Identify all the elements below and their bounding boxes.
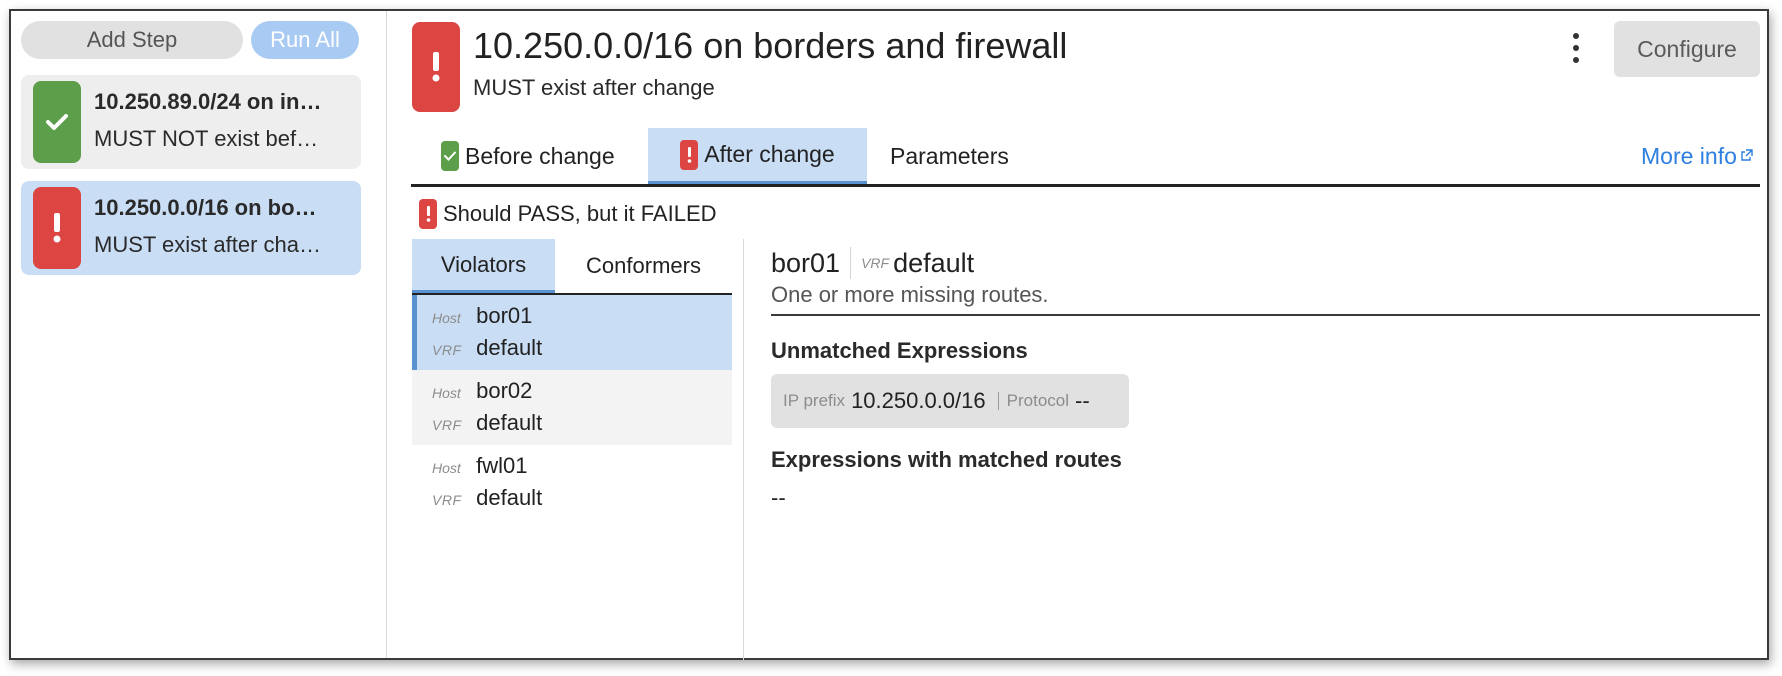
vrf-name: default bbox=[476, 410, 543, 435]
vrf-name: default bbox=[476, 485, 543, 510]
step-item[interactable]: 10.250.89.0/24 on in… MUST NOT exist bef… bbox=[21, 75, 361, 169]
more-options-icon[interactable] bbox=[1571, 33, 1581, 63]
host-label: Host bbox=[432, 385, 461, 401]
link-label: More info bbox=[1641, 142, 1737, 169]
step-title: 10.250.0.0/16 on bo… bbox=[94, 195, 317, 220]
violator-row[interactable]: Host bor02 VRF default bbox=[412, 370, 732, 445]
host-label: Host bbox=[432, 460, 461, 476]
tab-parameters[interactable]: Parameters bbox=[890, 128, 1009, 184]
tab-conformers[interactable]: Conformers bbox=[555, 239, 732, 293]
tab-label: After change bbox=[704, 141, 835, 167]
run-all-button[interactable]: Run All bbox=[251, 21, 359, 59]
detail-host: bor01 bbox=[771, 247, 841, 278]
host-name: bor01 bbox=[476, 303, 533, 328]
vrf-label: VRF bbox=[432, 492, 462, 508]
detail-message: One or more missing routes. bbox=[771, 282, 1049, 307]
tab-after-change[interactable]: After change bbox=[648, 128, 867, 184]
vrf-label: VRF bbox=[861, 255, 890, 271]
matched-value: -- bbox=[771, 485, 786, 510]
result-status: Should PASS, but it FAILED bbox=[419, 199, 717, 229]
step-subtitle: MUST NOT exist bef… bbox=[94, 126, 319, 151]
divider bbox=[997, 392, 999, 410]
page-title: 10.250.0.0/16 on borders and firewall bbox=[473, 25, 1068, 66]
tab-violators[interactable]: Violators bbox=[412, 239, 555, 293]
host-label: Host bbox=[432, 310, 461, 326]
step-item-selected[interactable]: 10.250.0.0/16 on bo… MUST exist after ch… bbox=[21, 181, 361, 275]
tab-label: Parameters bbox=[890, 142, 1009, 169]
step-title: 10.250.89.0/24 on in… bbox=[94, 89, 322, 114]
ip-prefix-label: IP prefix bbox=[783, 391, 846, 410]
matched-heading: Expressions with matched routes bbox=[771, 447, 1122, 472]
exclamation-icon bbox=[33, 187, 81, 269]
vrf-label: VRF bbox=[432, 342, 462, 358]
page-subtitle: MUST exist after change bbox=[473, 75, 715, 100]
protocol-value: -- bbox=[1075, 388, 1090, 413]
divider bbox=[771, 314, 1760, 316]
unmatched-heading: Unmatched Expressions bbox=[771, 338, 1028, 363]
steps-sidebar: Add Step Run All 10.250.89.0/24 on in… M… bbox=[11, 11, 387, 658]
violator-row[interactable]: Host fwl01 VRF default bbox=[412, 445, 732, 520]
step-subtitle: MUST exist after cha… bbox=[94, 232, 321, 257]
violator-row[interactable]: Host bor01 VRF default bbox=[412, 295, 732, 370]
configure-button[interactable]: Configure bbox=[1614, 21, 1760, 77]
protocol-label: Protocol bbox=[1006, 391, 1070, 410]
detail-host-header: bor01 VRF default bbox=[771, 247, 974, 279]
unmatched-expression-chip: IP prefix 10.250.0.0/16 Protocol -- bbox=[771, 374, 1129, 428]
app-window: Add Step Run All 10.250.89.0/24 on in… M… bbox=[9, 9, 1769, 660]
tab-before-change[interactable]: Before change bbox=[441, 128, 615, 184]
host-name: bor02 bbox=[476, 378, 533, 403]
status-text: Should PASS, but it FAILED bbox=[443, 201, 717, 226]
ip-prefix-value: 10.250.0.0/16 bbox=[851, 388, 986, 413]
check-icon bbox=[441, 141, 459, 171]
result-subtabs: Violators Conformers bbox=[412, 239, 732, 295]
check-icon bbox=[33, 81, 81, 163]
more-info-link[interactable]: More info bbox=[1641, 128, 1753, 184]
external-link-icon bbox=[1741, 148, 1753, 164]
exclamation-icon bbox=[680, 139, 699, 170]
exclamation-icon bbox=[412, 22, 460, 112]
divider bbox=[850, 247, 852, 279]
host-name: fwl01 bbox=[476, 453, 528, 478]
exclamation-icon bbox=[419, 199, 437, 229]
panel-divider bbox=[743, 239, 744, 660]
tab-label: Before change bbox=[465, 142, 615, 169]
detail-vrf: default bbox=[893, 247, 975, 278]
vrf-label: VRF bbox=[432, 417, 462, 433]
tab-bar: Before change After change Parameters Mo… bbox=[411, 128, 1760, 187]
vrf-name: default bbox=[476, 335, 543, 360]
add-step-button[interactable]: Add Step bbox=[21, 21, 243, 59]
